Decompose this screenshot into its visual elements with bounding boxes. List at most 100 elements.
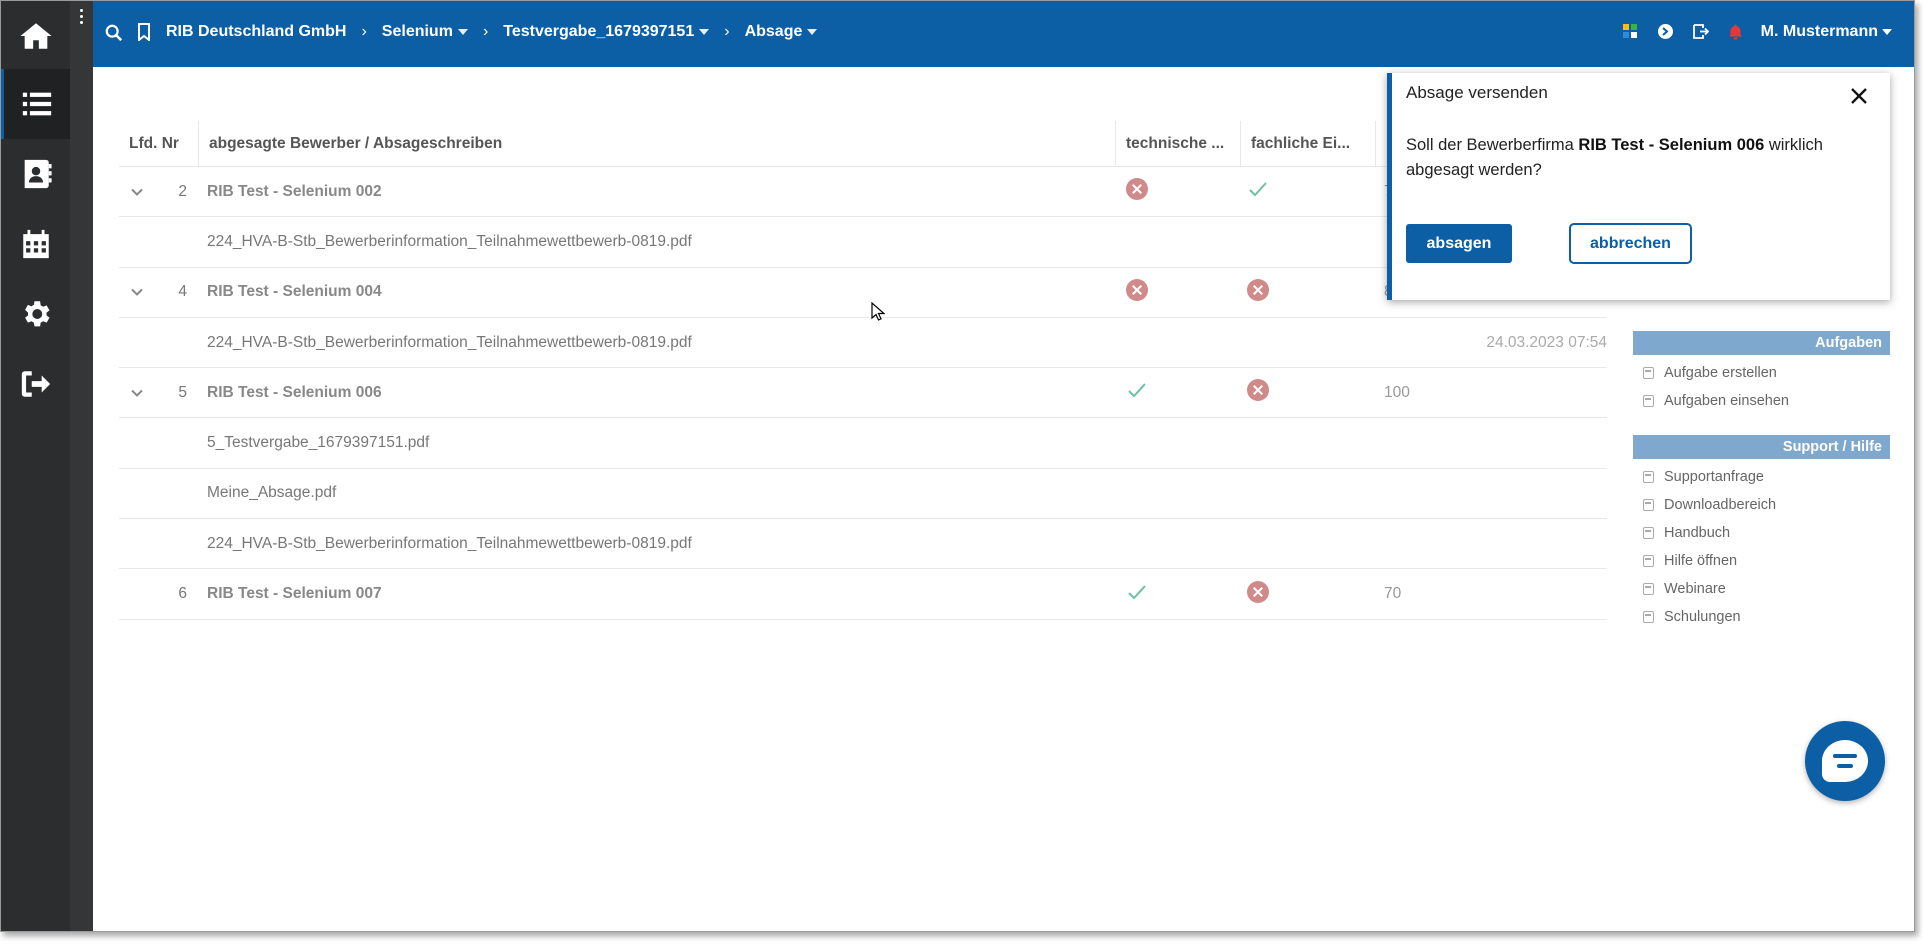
expand-toggle[interactable] <box>119 285 154 299</box>
document-row[interactable]: 224_HVA-B-Stb_Bewerberinformation_Teilna… <box>119 318 1607 369</box>
panel-item-trainings[interactable]: Schulungen <box>1633 603 1890 631</box>
home-button[interactable] <box>1 1 70 71</box>
table-body: 2RIB Test - Selenium 0027 224_HVA-B-Stb_B… <box>119 167 1607 620</box>
chat-bubble-icon <box>1822 740 1868 782</box>
document-icon <box>1643 583 1654 595</box>
breadcrumb-item-project[interactable]: Selenium <box>382 23 468 41</box>
cross-circle-icon <box>1247 580 1269 603</box>
panel-item-manual[interactable]: Handbuch <box>1633 519 1890 547</box>
absage-table: Lfd. Nr abgesagte Bewerber / Absageschre… <box>119 120 1607 620</box>
absage-dialog: Absage versenden Soll der Bewerberfirma … <box>1387 73 1890 300</box>
header-icon-group <box>1622 23 1744 40</box>
user-menu[interactable]: M. Mustermann <box>1761 23 1892 41</box>
contacts-button[interactable] <box>1 139 70 209</box>
bidder-name: RIB Test - Selenium 007 <box>207 585 382 603</box>
dialog-message: Soll der Bewerberfirma RIB Test - Seleni… <box>1406 136 1823 179</box>
column-header-technical[interactable]: technische ... <box>1116 120 1241 167</box>
table-row[interactable]: 2RIB Test - Selenium 0027 <box>119 167 1607 218</box>
caret-down-icon <box>807 28 818 35</box>
list-button[interactable] <box>1 69 70 139</box>
points-value: 70 <box>1384 585 1402 603</box>
document-row[interactable]: 224_HVA-B-Stb_Bewerberinformation_Teilna… <box>119 217 1607 268</box>
mouse-cursor-icon <box>871 302 885 321</box>
search-icon[interactable] <box>105 24 123 42</box>
table-row[interactable]: 5 RIB Test - Selenium 006 100 <box>119 368 1607 419</box>
row-number: 6 <box>178 585 187 603</box>
home-icon <box>19 23 52 49</box>
panel-head-aufgaben: Aufgaben <box>1633 331 1890 355</box>
panel-item-view-tasks[interactable]: Aufgaben einsehen <box>1633 387 1890 415</box>
panel-item-support-request[interactable]: Supportanfrage <box>1633 463 1890 491</box>
breadcrumb-separator-icon: › <box>724 23 730 40</box>
document-link[interactable]: 224_HVA-B-Stb_Bewerberinformation_Teilna… <box>199 334 1116 352</box>
breadcrumb-separator-icon: › <box>482 23 489 40</box>
document-row[interactable]: 224_HVA-B-Stb_Bewerberinformation_Teilna… <box>119 519 1607 570</box>
calendar-icon <box>22 229 49 259</box>
calendar-button[interactable] <box>1 209 70 279</box>
sidebar-collapse-strip <box>70 1 93 931</box>
breadcrumb-item-absage[interactable]: Absage <box>745 23 818 41</box>
close-icon[interactable] <box>1850 87 1868 105</box>
bell-icon[interactable] <box>1727 23 1744 40</box>
technical-status <box>1116 278 1241 306</box>
document-icon <box>1643 471 1654 483</box>
document-row[interactable]: Meine_Absage.pdf <box>119 469 1607 520</box>
bookmark-icon[interactable] <box>137 23 151 41</box>
chevron-down-icon <box>130 389 143 397</box>
document-row[interactable]: 5_Testvergabe_1679397151.pdf <box>119 418 1607 469</box>
kebab-menu-icon[interactable] <box>77 9 85 29</box>
top-header: RIB Deutschland GmbH › Selenium › Testve… <box>93 1 1914 67</box>
bidder-name: RIB Test - Selenium 006 <box>207 383 382 401</box>
caret-down-icon <box>699 28 710 35</box>
column-header-lfd-nr[interactable]: Lfd. Nr <box>119 120 199 167</box>
table-row[interactable]: 4RIB Test - Selenium 0048 <box>119 268 1607 318</box>
cross-circle-icon <box>1247 278 1269 301</box>
technical-status <box>1116 379 1241 406</box>
panel-head-support: Support / Hilfe <box>1633 435 1890 459</box>
professional-status <box>1241 580 1376 608</box>
expand-toggle[interactable] <box>119 386 154 400</box>
logout-icon <box>21 371 50 397</box>
right-panel: Aufgaben Aufgabe erstellen Aufgaben eins… <box>1633 331 1890 631</box>
document-icon <box>1643 395 1654 407</box>
column-header-name[interactable]: abgesagte Bewerber / Absageschreiben <box>199 120 1116 167</box>
document-link[interactable]: Meine_Absage.pdf <box>199 484 1116 502</box>
app-window: RIB Deutschland GmbH › Selenium › Testve… <box>0 0 1915 932</box>
panel-item-create-task[interactable]: Aufgabe erstellen <box>1633 359 1890 387</box>
row-number: 4 <box>178 283 187 301</box>
check-icon <box>1128 584 1146 599</box>
list-icon <box>22 92 52 116</box>
breadcrumb-item-company[interactable]: RIB Deutschland GmbH <box>166 23 346 41</box>
panel-item-webinars[interactable]: Webinare <box>1633 575 1890 603</box>
panel-item-open-help[interactable]: Hilfe öffnen <box>1633 547 1890 575</box>
absagen-button[interactable]: absagen <box>1406 224 1512 263</box>
chevron-down-icon <box>130 289 143 297</box>
dialog-title: Absage versenden <box>1406 83 1548 102</box>
export-icon[interactable] <box>1692 23 1709 40</box>
breadcrumb-item-vergabe[interactable]: Testvergabe_1679397151 <box>503 23 710 41</box>
arrow-circle-icon[interactable] <box>1657 23 1674 40</box>
document-icon <box>1643 367 1654 379</box>
document-link[interactable]: 224_HVA-B-Stb_Bewerberinformation_Teilna… <box>199 233 1116 251</box>
document-icon <box>1643 527 1654 539</box>
technical-status <box>1116 178 1241 205</box>
document-link[interactable]: 224_HVA-B-Stb_Bewerberinformation_Teilna… <box>199 535 1116 553</box>
caret-down-icon <box>1882 28 1892 35</box>
expand-toggle[interactable] <box>119 185 154 199</box>
table-row[interactable]: 6 RIB Test - Selenium 007 70 <box>119 569 1607 620</box>
column-header-professional[interactable]: fachliche Ei... <box>1241 120 1376 167</box>
panel-item-download-area[interactable]: Downloadbereich <box>1633 491 1890 519</box>
cross-circle-icon <box>1247 379 1269 402</box>
logout-button[interactable] <box>1 349 70 419</box>
chat-button[interactable] <box>1805 721 1885 801</box>
document-link[interactable]: 5_Testvergabe_1679397151.pdf <box>199 434 1116 452</box>
bidder-name: RIB Test - Selenium 004 <box>207 283 382 301</box>
settings-button[interactable] <box>1 279 70 349</box>
check-icon <box>1128 383 1146 398</box>
professional-status <box>1241 379 1376 406</box>
abbrechen-button[interactable]: abbrechen <box>1569 223 1692 264</box>
address-book-icon <box>24 159 52 189</box>
chevron-down-icon <box>130 188 143 196</box>
caret-down-icon <box>457 28 468 35</box>
apps-grid-icon[interactable] <box>1622 23 1639 40</box>
